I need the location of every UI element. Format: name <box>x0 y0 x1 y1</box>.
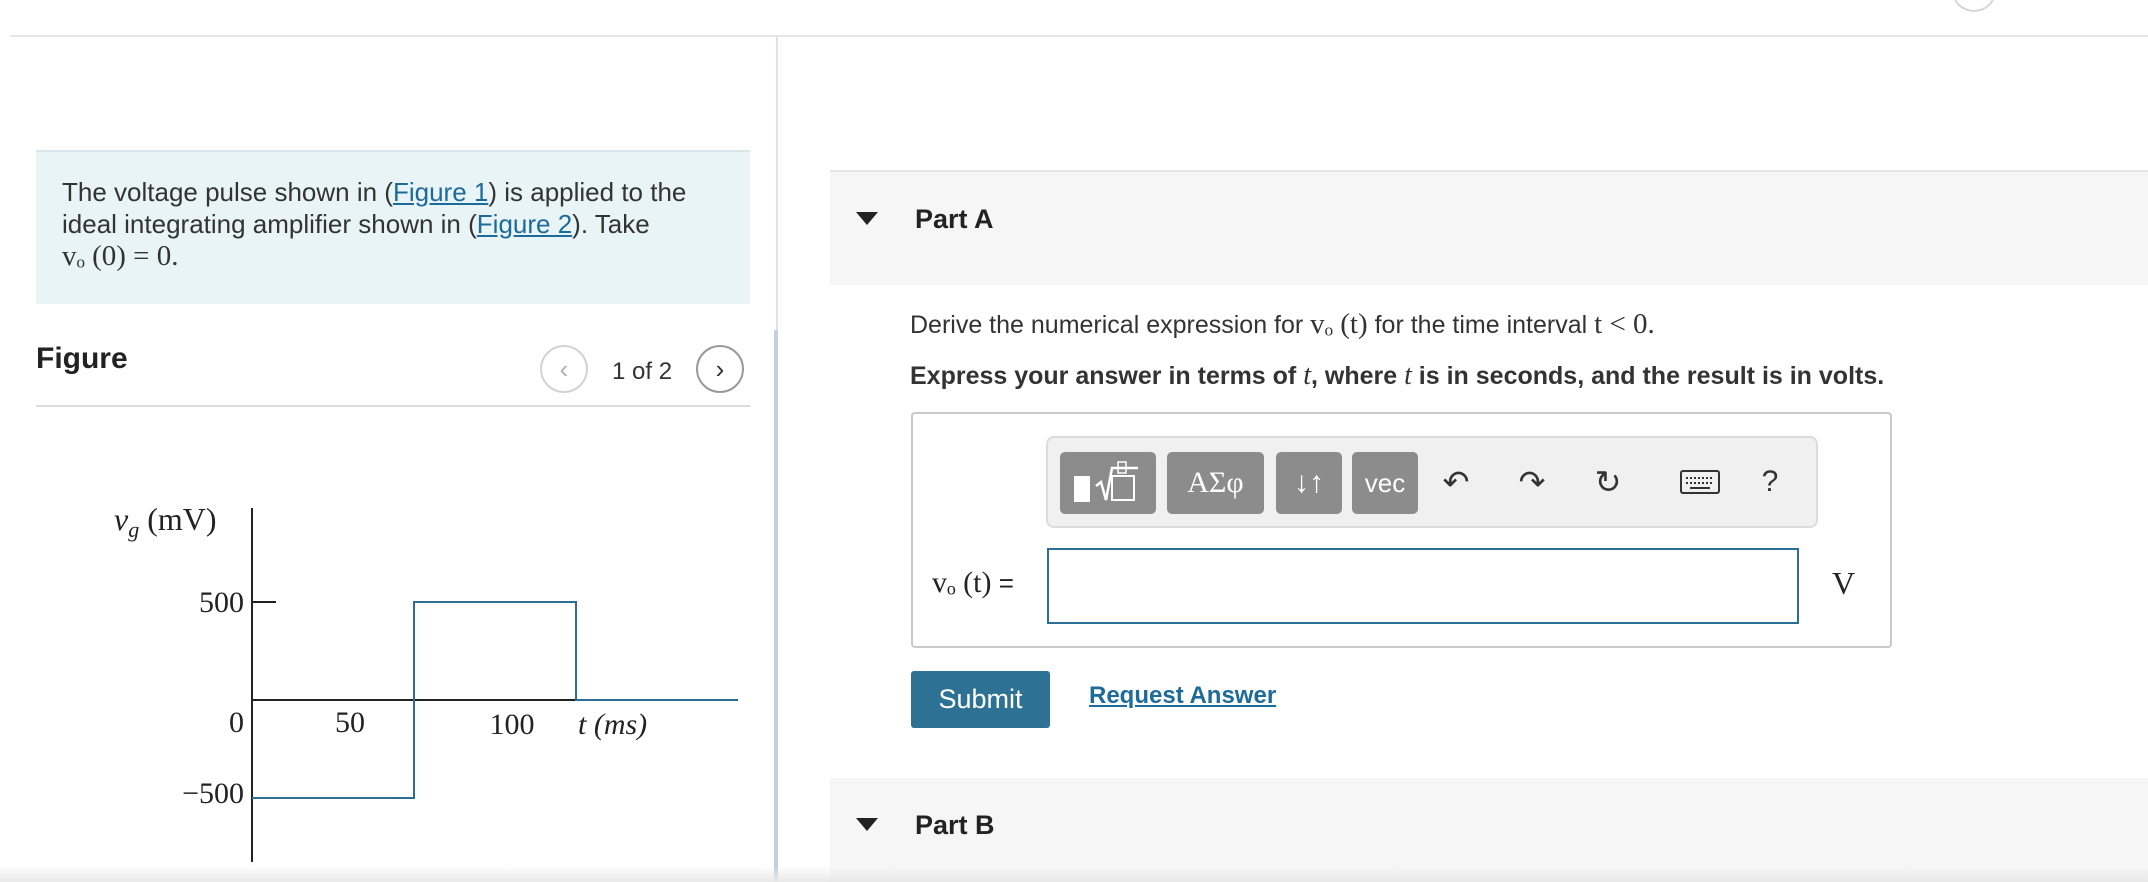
problem-text-part3: ). Take <box>572 209 650 239</box>
y-tick-label-500: 500 <box>199 586 244 619</box>
caret-down-icon <box>856 212 878 225</box>
equation-label: vₒ (t) = <box>932 566 1014 600</box>
y-axis-label-unit: (mV) <box>139 501 216 537</box>
x-axis-label: t (ms) <box>578 708 647 741</box>
express-var-t1: t <box>1303 360 1311 391</box>
figure-prev-button[interactable]: ‹ <box>540 345 588 393</box>
y-axis-label-sub: g <box>128 517 139 542</box>
x-tick-label-0: 0 <box>229 706 244 739</box>
y-axis-label: vg (mV) <box>114 501 217 542</box>
instruction-condition: t < 0. <box>1594 308 1655 340</box>
chevron-right-icon: › <box>715 353 725 384</box>
express-suffix: is in seconds, and the result is in volt… <box>1411 362 1885 390</box>
submit-button[interactable]: Submit <box>911 671 1050 728</box>
request-answer-link[interactable]: Request Answer <box>1089 682 1276 710</box>
arrows-label: ↓↑ <box>1294 466 1324 499</box>
figure-title: Figure <box>36 342 128 375</box>
templates-button[interactable] <box>1060 452 1156 514</box>
caret-down-icon <box>856 818 878 831</box>
y-tick-label-neg500: −500 <box>182 777 244 810</box>
keyboard-icon <box>1680 470 1720 494</box>
keyboard-button[interactable] <box>1674 456 1726 508</box>
express-var-t2: t <box>1404 360 1412 391</box>
figure2-link[interactable]: Figure 2 <box>477 209 572 239</box>
reset-button[interactable]: ↻ <box>1586 456 1630 508</box>
help-icon: ? <box>1761 465 1779 498</box>
part-a-title: Part A <box>915 204 994 234</box>
undo-button[interactable]: ↶ <box>1434 456 1478 508</box>
user-menu-button[interactable] <box>1952 0 1996 12</box>
vec-label: vec <box>1364 467 1406 498</box>
instruction-mid: for the time interval <box>1367 311 1595 339</box>
greek-symbols-button[interactable]: ΑΣφ <box>1167 452 1264 514</box>
resize-handle[interactable] <box>774 330 778 882</box>
y-axis-label-var: v <box>114 501 129 537</box>
voltage-pulse-graph: vg (mV) 500 0 −500 50 100 t (ms) <box>114 501 738 862</box>
greek-symbols-label: ΑΣφ <box>1187 466 1244 499</box>
vector-button[interactable]: vec <box>1352 452 1418 514</box>
problem-statement: The voltage pulse shown in (Figure 1) is… <box>36 150 750 304</box>
part-a-header[interactable]: Part A <box>830 170 2148 285</box>
figure-rule <box>36 405 750 407</box>
answer-input[interactable] <box>1047 548 1799 624</box>
x-tick-label-100: 100 <box>490 708 535 741</box>
templates-icon <box>1074 461 1138 502</box>
express-prefix: Express your answer in terms of <box>910 362 1304 390</box>
chevron-left-icon: ‹ <box>559 353 569 384</box>
answer-unit: V <box>1832 565 1856 601</box>
instruction-variable: vₒ (t) <box>1310 308 1368 340</box>
equation-label-var: vₒ (t) <box>932 566 992 599</box>
help-button[interactable]: ? <box>1748 456 1792 508</box>
initial-condition: vₒ (0) = 0. <box>62 240 179 272</box>
math-toolbar: ΑΣφ ↓↑ vec ↶ ↷ ↻ ? <box>1046 436 1818 528</box>
problem-text: The voltage pulse shown in (Figure 1) is… <box>62 176 722 272</box>
redo-button[interactable]: ↷ <box>1510 456 1554 508</box>
instruction-prefix: Derive the numerical expression for <box>910 311 1311 339</box>
figure-page-indicator: 1 of 2 <box>612 358 673 385</box>
reset-icon: ↻ <box>1594 464 1622 500</box>
redo-icon: ↷ <box>1518 464 1546 500</box>
figure1-link[interactable]: Figure 1 <box>393 177 488 207</box>
part-a-instruction: Derive the numerical expression for vₒ (… <box>910 308 1655 341</box>
top-divider <box>10 35 2148 37</box>
express-mid: , where <box>1310 362 1405 390</box>
bottom-shadow <box>0 866 2148 882</box>
x-tick-label-50: 50 <box>335 706 365 739</box>
equation-label-eq: = <box>991 568 1014 598</box>
arrows-button[interactable]: ↓↑ <box>1276 452 1342 514</box>
part-b-title: Part B <box>915 810 995 840</box>
part-a-express-hint: Express your answer in terms of t, where… <box>910 360 1884 392</box>
figure-next-button[interactable]: › <box>696 345 744 393</box>
undo-icon: ↶ <box>1442 464 1470 500</box>
problem-text-part1: The voltage pulse shown in ( <box>62 177 393 207</box>
